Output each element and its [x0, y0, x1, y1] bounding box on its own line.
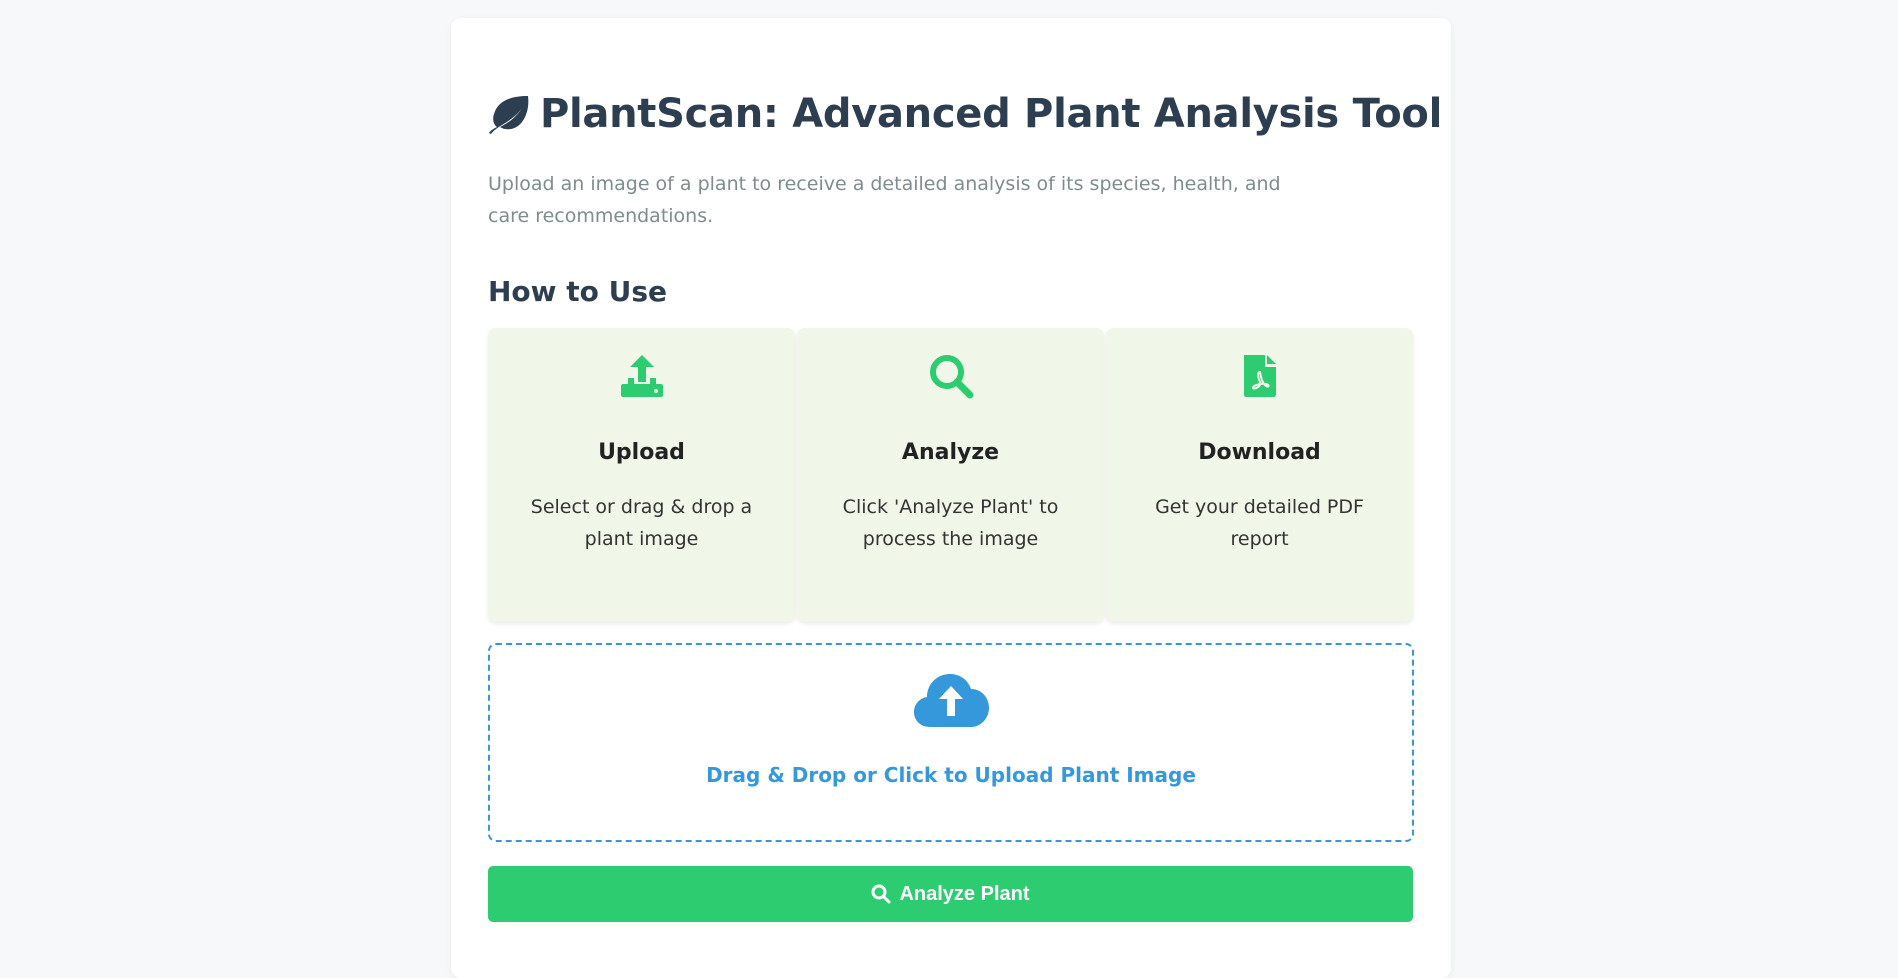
- upload-dropzone[interactable]: Drag & Drop or Click to Upload Plant Ima…: [488, 643, 1414, 842]
- step-description: Get your detailed PDF report: [1155, 496, 1364, 550]
- dropzone-label: Drag & Drop or Click to Upload Plant Ima…: [706, 763, 1196, 787]
- step-title: Analyze: [901, 440, 1000, 465]
- step-description: Select or drag & drop a plant image: [530, 496, 753, 550]
- search-icon: [929, 355, 973, 399]
- page-subtitle: Upload an image of a plant to receive a …: [488, 173, 1281, 227]
- step-description: Click 'Analyze Plant' to process the ima…: [842, 496, 1059, 550]
- pdf-file-icon: [1243, 355, 1276, 397]
- upload-icon: [620, 355, 663, 397]
- step-title: Upload: [598, 440, 685, 465]
- step-card-download: Download Get your detailed PDF report: [1106, 328, 1413, 622]
- cloud-upload-icon: [914, 674, 989, 727]
- page-title: PlantScan: Advanced Plant Analysis Tool: [488, 91, 1442, 137]
- main-card: PlantScan: Advanced Plant Analysis Tool …: [451, 18, 1451, 978]
- step-title: Download: [1198, 440, 1321, 465]
- leaf-icon: [489, 96, 529, 134]
- analyze-plant-button[interactable]: Analyze Plant: [488, 866, 1413, 922]
- step-card-upload: Upload Select or drag & drop a plant ima…: [488, 328, 795, 622]
- how-to-steps: Upload Select or drag & drop a plant ima…: [488, 328, 1413, 622]
- page-title-text: PlantScan: Advanced Plant Analysis Tool: [540, 91, 1443, 137]
- how-to-heading: How to Use: [488, 275, 668, 308]
- search-icon: [871, 884, 891, 904]
- analyze-button-label: Analyze Plant: [899, 882, 1030, 905]
- step-card-analyze: Analyze Click 'Analyze Plant' to process…: [797, 328, 1104, 622]
